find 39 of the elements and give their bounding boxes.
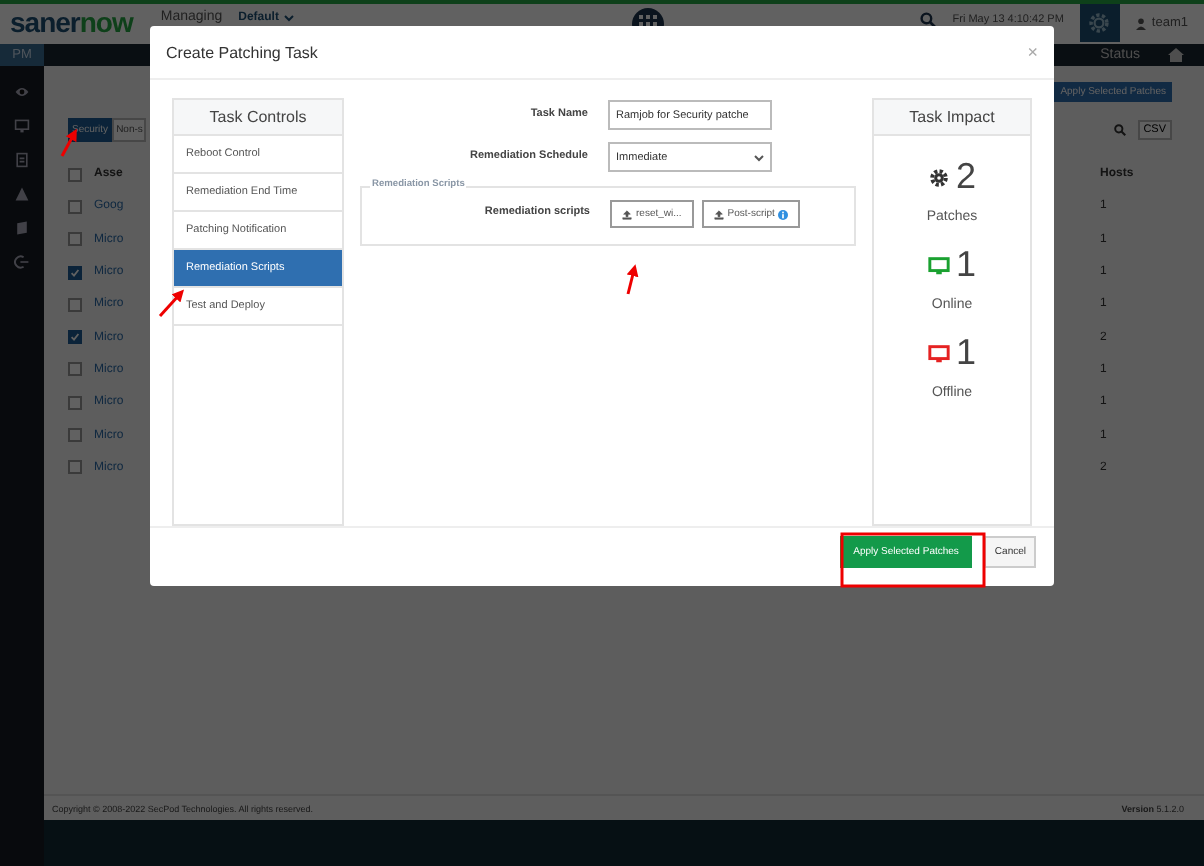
close-button[interactable]: × xyxy=(1027,42,1038,63)
warning-icon[interactable] xyxy=(14,186,30,202)
panel-title: Task Impact xyxy=(874,100,1030,137)
upload-icon xyxy=(622,209,632,220)
document-icon[interactable] xyxy=(14,152,30,168)
logo[interactable]: sanernow xyxy=(10,6,133,38)
upload-icon xyxy=(713,209,724,220)
eye-icon[interactable] xyxy=(14,84,30,100)
monitor-icon xyxy=(927,343,950,364)
monitor-icon[interactable] xyxy=(14,118,30,134)
monitor-icon xyxy=(927,255,950,276)
stat-value: 1 xyxy=(955,332,976,375)
search-icon[interactable] xyxy=(920,12,937,28)
settings-button[interactable] xyxy=(1079,4,1120,42)
row-checkbox[interactable] xyxy=(68,297,82,312)
annotation-arrow xyxy=(158,289,185,317)
row-checkbox[interactable] xyxy=(68,428,82,443)
book-icon[interactable] xyxy=(14,220,30,236)
row-checkbox[interactable] xyxy=(68,395,82,410)
row-checkbox[interactable] xyxy=(68,330,82,345)
caret-icon xyxy=(284,14,295,22)
settings-icon xyxy=(1088,12,1111,34)
dialog-title: Create Patching Task xyxy=(166,43,318,62)
row-checkbox[interactable] xyxy=(68,199,82,214)
user-icon xyxy=(1135,17,1146,29)
stat-value: 2 xyxy=(955,156,976,199)
stat-value: 1 xyxy=(955,244,976,287)
row-checkbox[interactable] xyxy=(68,265,82,280)
select-all-checkbox[interactable] xyxy=(68,167,82,182)
row-checkbox[interactable] xyxy=(68,460,82,475)
gear-icon xyxy=(927,167,950,188)
row-checkbox[interactable] xyxy=(68,362,82,377)
annotation-arrow xyxy=(626,264,639,295)
panel-title: Task Controls xyxy=(174,100,342,137)
home-icon[interactable] xyxy=(1168,48,1184,62)
caret-icon xyxy=(754,153,764,162)
info-icon[interactable] xyxy=(778,209,789,220)
row-checkbox[interactable] xyxy=(68,232,82,247)
logout-icon[interactable] xyxy=(14,254,30,270)
